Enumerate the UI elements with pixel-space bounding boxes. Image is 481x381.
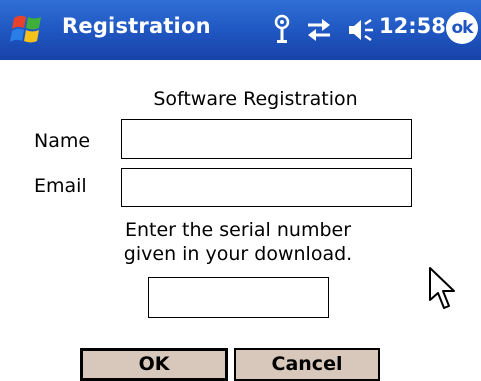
antenna-icon[interactable] (271, 14, 293, 44)
serial-instructions: Enter the serial number given in your do… (88, 218, 388, 266)
instructions-line-2: given in your download. (123, 243, 353, 265)
instructions-line-1: Enter the serial number (124, 219, 352, 241)
cancel-button[interactable]: Cancel (234, 348, 380, 381)
email-field[interactable] (121, 168, 412, 207)
clock[interactable]: 12:58 (379, 14, 446, 38)
sync-icon[interactable] (304, 16, 334, 44)
ok-button[interactable]: OK (80, 348, 228, 381)
serial-number-field[interactable] (148, 277, 329, 318)
ok-close-button[interactable]: ok (446, 12, 478, 44)
form-heading: Software Registration (153, 88, 358, 110)
name-label: Name (34, 130, 91, 152)
app-title: Registration (62, 14, 211, 38)
mouse-pointer-icon (429, 267, 455, 309)
email-label: Email (34, 175, 87, 197)
title-bar: Registration 12:58 ok (0, 0, 481, 60)
speaker-icon[interactable] (347, 16, 377, 44)
windows-start-icon[interactable] (8, 10, 48, 50)
name-field[interactable] (121, 119, 412, 159)
